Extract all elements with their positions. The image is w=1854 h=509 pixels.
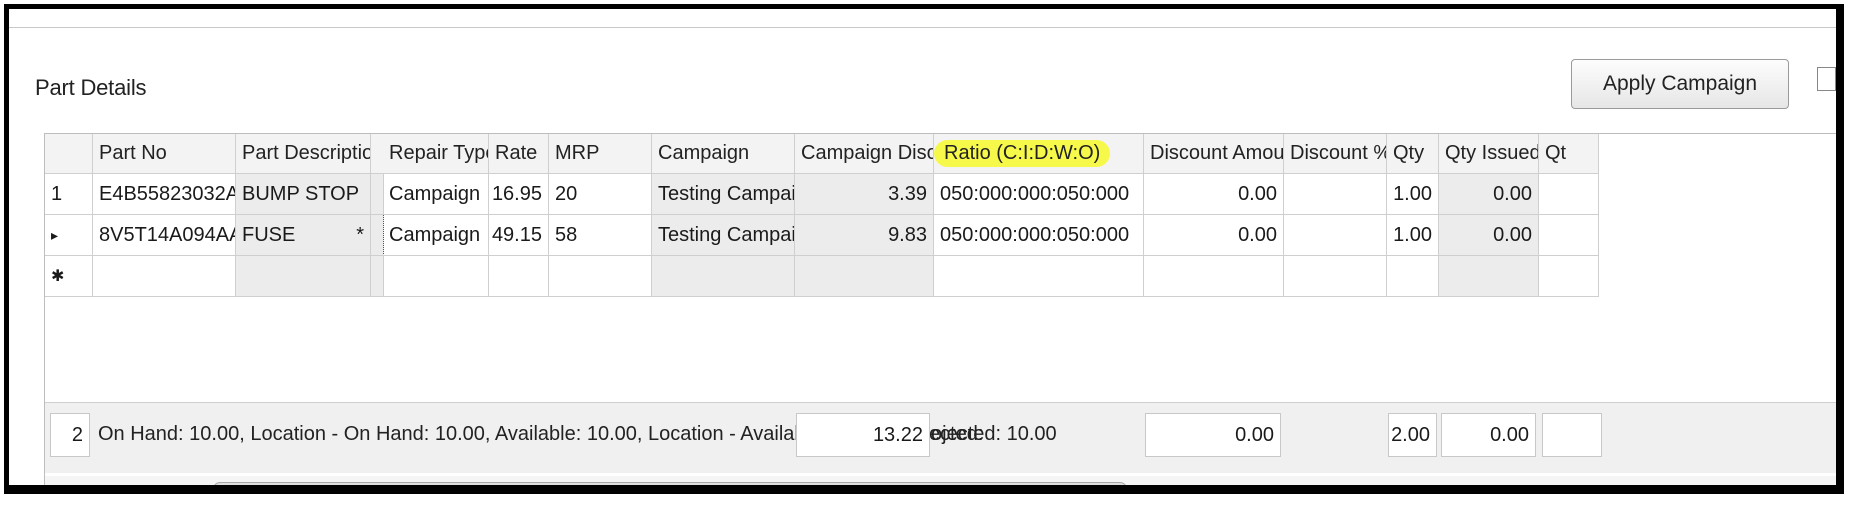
- new-cell-description[interactable]: [236, 256, 371, 297]
- col-part-no[interactable]: Part No: [93, 134, 236, 174]
- row-indicator[interactable]: 1: [45, 174, 93, 215]
- part-details-grid: Part No Part Description Repair Type Rat…: [44, 133, 1836, 485]
- col-qty[interactable]: Qty: [1387, 134, 1439, 174]
- cell-qt[interactable]: [1539, 174, 1599, 215]
- new-cell-part-no[interactable]: [93, 256, 236, 297]
- new-cell-qty-issued[interactable]: [1439, 256, 1539, 297]
- ratio-highlight: Ratio (C:I:D:W:O): [934, 140, 1111, 167]
- footer-qty-total: 2.00: [1388, 413, 1437, 457]
- cell-part-description[interactable]: BUMP STOP: [236, 174, 371, 215]
- cell-campaign[interactable]: Testing Campaign: [652, 174, 795, 215]
- footer-discount-amount-total: 0.00: [1145, 413, 1281, 457]
- cell-repair-type[interactable]: Campaign: [383, 174, 489, 215]
- footer-row-count: 2: [50, 413, 90, 457]
- modified-flag: *: [356, 223, 364, 246]
- new-row-indicator[interactable]: ✱: [45, 256, 93, 297]
- cell-discount-amount[interactable]: 0.00: [1144, 215, 1284, 256]
- cell-part-no[interactable]: 8V5T14A094AA: [93, 215, 236, 256]
- footer-projected-tail: ojected: 10.00: [931, 423, 1057, 445]
- cell-discount-amount[interactable]: 0.00: [1144, 174, 1284, 215]
- cell-qty[interactable]: 1.00: [1387, 174, 1439, 215]
- footer-qty-issued-total: 0.00: [1441, 413, 1536, 457]
- new-cell-discount-pct[interactable]: [1284, 256, 1387, 297]
- new-cell-rate[interactable]: [489, 256, 549, 297]
- cell-campaign-discount[interactable]: 3.39: [795, 174, 934, 215]
- new-cell-campaign-discount[interactable]: [795, 256, 934, 297]
- cell-rate[interactable]: 49.15: [489, 215, 549, 256]
- col-discount-amount[interactable]: Discount Amount: [1144, 134, 1284, 174]
- col-repair-type[interactable]: Repair Type: [383, 134, 489, 174]
- cell-mrp[interactable]: 20: [549, 174, 652, 215]
- footer-campaign-discount-total: 13.22: [796, 413, 930, 457]
- scroll-left-icon[interactable]: ◂: [51, 478, 59, 485]
- row-header-corner: [45, 134, 93, 174]
- col-rate[interactable]: Rate: [489, 134, 549, 174]
- cell-ratio[interactable]: 050:000:000:050:000: [934, 174, 1144, 215]
- cell-part-description[interactable]: FUSE *: [236, 215, 371, 256]
- cell-mrp[interactable]: 58: [549, 215, 652, 256]
- new-cell-mrp[interactable]: [549, 256, 652, 297]
- new-cell-ratio[interactable]: [934, 256, 1144, 297]
- cell-qty-issued[interactable]: 0.00: [1439, 174, 1539, 215]
- col-ratio[interactable]: Ratio (C:I:D:W:O): [934, 134, 1144, 174]
- new-cell-repair-type[interactable]: [383, 256, 489, 297]
- footer-qt-total: [1542, 413, 1602, 457]
- cell-qty-issued[interactable]: 0.00: [1439, 215, 1539, 256]
- panel-title: Part Details: [35, 75, 147, 100]
- scrollbar-thumb[interactable]: [213, 482, 1127, 485]
- col-campaign-discount[interactable]: Campaign Discount: [795, 134, 934, 174]
- cell-repair-type[interactable]: Campaign: [383, 215, 489, 256]
- col-part-description[interactable]: Part Description: [236, 134, 371, 174]
- col-mrp[interactable]: MRP: [549, 134, 652, 174]
- window-frame: Part Details Apply Campaign Part No Part…: [4, 4, 1844, 494]
- checkbox[interactable]: [1817, 67, 1836, 91]
- cell-campaign-discount[interactable]: 9.83: [795, 215, 934, 256]
- new-cell-discount-amount[interactable]: [1144, 256, 1284, 297]
- cell-qt[interactable]: [1539, 215, 1599, 256]
- row-indicator-current[interactable]: ▸: [45, 215, 93, 256]
- horizontal-scrollbar[interactable]: ◂: [45, 476, 1836, 485]
- col-discount-pct[interactable]: Discount %: [1284, 134, 1387, 174]
- cell-part-no[interactable]: E4B55823032AA: [93, 174, 236, 215]
- apply-campaign-button[interactable]: Apply Campaign: [1571, 59, 1789, 109]
- new-cell-qty[interactable]: [1387, 256, 1439, 297]
- divider: [9, 27, 1836, 28]
- cell-discount-pct[interactable]: [1284, 174, 1387, 215]
- cell-rate[interactable]: 16.95: [489, 174, 549, 215]
- new-cell-campaign[interactable]: [652, 256, 795, 297]
- cell-discount-pct[interactable]: [1284, 215, 1387, 256]
- desc-text: FUSE: [242, 223, 296, 246]
- cell-ratio[interactable]: 050:000:000:050:000: [934, 215, 1144, 256]
- new-cell-qt[interactable]: [1539, 256, 1599, 297]
- col-qty-issued[interactable]: Qty Issued: [1439, 134, 1539, 174]
- cell-qty[interactable]: 1.00: [1387, 215, 1439, 256]
- col-campaign[interactable]: Campaign: [652, 134, 795, 174]
- cell-campaign[interactable]: Testing Campaign: [652, 215, 795, 256]
- col-qt[interactable]: Qt: [1539, 134, 1599, 174]
